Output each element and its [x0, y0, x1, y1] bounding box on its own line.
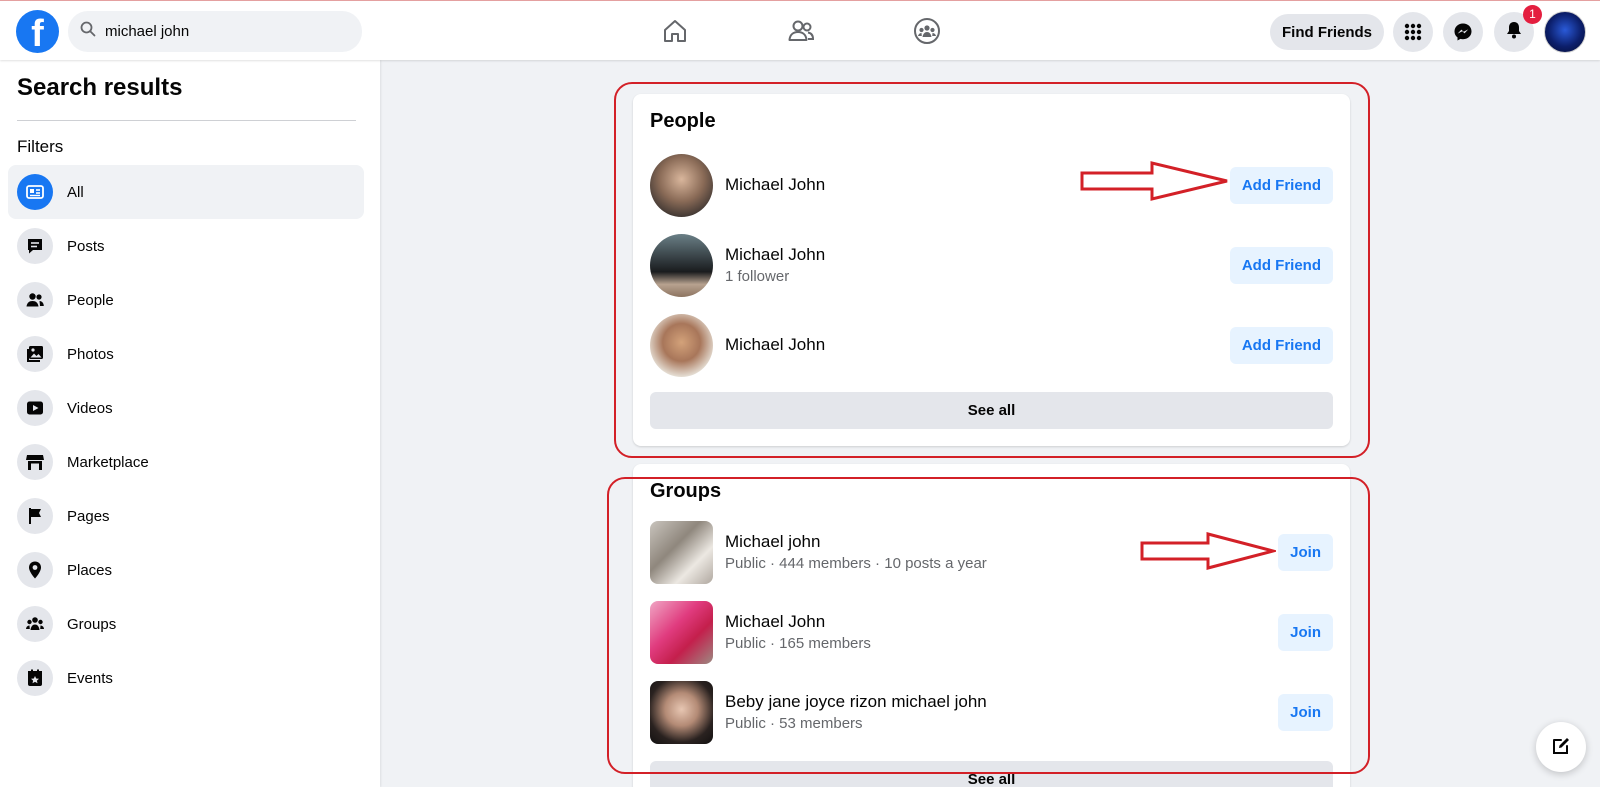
- filter-item-events[interactable]: Events: [8, 651, 364, 705]
- person-follower-count: 1 follower: [725, 268, 790, 285]
- group-avatar[interactable]: [650, 520, 713, 584]
- group-result-row[interactable]: Beby jane joyce rizon michael john Publi…: [650, 680, 1333, 744]
- profile-avatar[interactable]: [1544, 11, 1586, 53]
- join-group-button[interactable]: Join: [1278, 613, 1333, 651]
- people-result-row[interactable]: Michael John Add Friend: [650, 313, 1333, 377]
- places-icon: [17, 552, 53, 588]
- pages-icon: [17, 498, 53, 534]
- filter-label: Marketplace: [67, 453, 149, 471]
- marketplace-icon: [17, 444, 53, 480]
- search-icon: [80, 21, 96, 42]
- filter-label: Groups: [67, 615, 117, 633]
- filter-label: Events: [67, 669, 113, 687]
- group-avatar[interactable]: [650, 680, 713, 744]
- person-name[interactable]: Michael John: [725, 335, 1230, 355]
- people-result-row[interactable]: Michael John 1 follower Add Friend: [650, 233, 1333, 297]
- people-result-row[interactable]: Michael John Add Friend: [650, 153, 1333, 217]
- groups-results-card: Groups Michael john Public · 444 members…: [633, 464, 1350, 787]
- filter-item-groups[interactable]: Groups: [8, 597, 364, 651]
- search-filters-sidebar: Search results Filters All Posts People …: [0, 60, 380, 787]
- events-icon: [17, 660, 53, 696]
- join-group-button[interactable]: Join: [1278, 693, 1333, 731]
- groups-section-title: Groups: [650, 480, 722, 502]
- filter-label: People: [67, 291, 114, 309]
- group-name[interactable]: Michael John: [725, 612, 1278, 632]
- photos-icon: [17, 336, 53, 372]
- search-input[interactable]: [105, 23, 345, 40]
- add-friend-button[interactable]: Add Friend: [1229, 246, 1333, 284]
- bell-icon: [1504, 20, 1524, 45]
- group-name[interactable]: Michael john: [725, 532, 1278, 552]
- filter-item-pages[interactable]: Pages: [8, 489, 364, 543]
- person-name[interactable]: Michael John: [725, 245, 1230, 265]
- top-navigation-bar: f Find Friends 1: [0, 0, 1600, 60]
- sidebar-divider: [17, 120, 356, 121]
- person-name[interactable]: Michael John: [725, 175, 1230, 195]
- compose-icon: [1550, 735, 1572, 760]
- filter-item-videos[interactable]: Videos: [8, 381, 364, 435]
- filter-item-places[interactable]: Places: [8, 543, 364, 597]
- group-details: Public · 53 members: [725, 715, 863, 732]
- add-friend-button[interactable]: Add Friend: [1229, 166, 1333, 204]
- all-icon: [17, 174, 53, 210]
- groups-icon: [17, 606, 53, 642]
- groups-see-all-button[interactable]: See all: [650, 761, 1333, 787]
- group-avatar[interactable]: [650, 600, 713, 664]
- new-message-button[interactable]: [1536, 722, 1586, 772]
- notifications-button[interactable]: 1: [1494, 5, 1542, 52]
- filter-label: Pages: [67, 507, 110, 525]
- friends-icon[interactable]: [785, 15, 817, 47]
- posts-icon: [17, 228, 53, 264]
- filter-label: Videos: [67, 399, 113, 417]
- add-friend-button[interactable]: Add Friend: [1229, 326, 1333, 364]
- sidebar-title: Search results: [17, 74, 183, 101]
- people-icon: [17, 282, 53, 318]
- people-results-card: People Michael John Add Friend Michael J…: [633, 94, 1350, 446]
- search-box[interactable]: [68, 11, 362, 52]
- group-details: Public · 165 members: [725, 635, 871, 652]
- find-friends-button[interactable]: Find Friends: [1270, 14, 1384, 50]
- groups-nav-icon[interactable]: [911, 15, 943, 47]
- notification-badge: 1: [1523, 5, 1542, 24]
- people-section-title: People: [650, 110, 716, 132]
- person-avatar[interactable]: [650, 153, 713, 217]
- filter-item-people[interactable]: People: [8, 273, 364, 327]
- filter-label: All: [67, 183, 84, 201]
- people-see-all-button[interactable]: See all: [650, 392, 1333, 429]
- group-details: Public · 444 members · 10 posts a year: [725, 555, 987, 572]
- filter-label: Photos: [67, 345, 114, 363]
- filter-item-posts[interactable]: Posts: [8, 219, 364, 273]
- home-icon[interactable]: [659, 15, 691, 47]
- person-avatar[interactable]: [650, 233, 713, 297]
- filter-label: Places: [67, 561, 113, 579]
- facebook-logo[interactable]: f: [16, 10, 59, 53]
- videos-icon: [17, 390, 53, 426]
- menu-grid-icon[interactable]: [1393, 12, 1433, 52]
- group-result-row[interactable]: Michael John Public · 165 members Join: [650, 600, 1333, 664]
- group-name[interactable]: Beby jane joyce rizon michael john: [725, 692, 1278, 712]
- messenger-icon[interactable]: [1443, 12, 1483, 52]
- filters-heading: Filters: [17, 137, 64, 156]
- join-group-button[interactable]: Join: [1278, 533, 1333, 571]
- filter-label: Posts: [67, 237, 105, 255]
- filter-item-marketplace[interactable]: Marketplace: [8, 435, 364, 489]
- group-result-row[interactable]: Michael john Public · 444 members · 10 p…: [650, 520, 1333, 584]
- filter-item-photos[interactable]: Photos: [8, 327, 364, 381]
- filter-item-all[interactable]: All: [8, 165, 364, 219]
- person-avatar[interactable]: [650, 313, 713, 377]
